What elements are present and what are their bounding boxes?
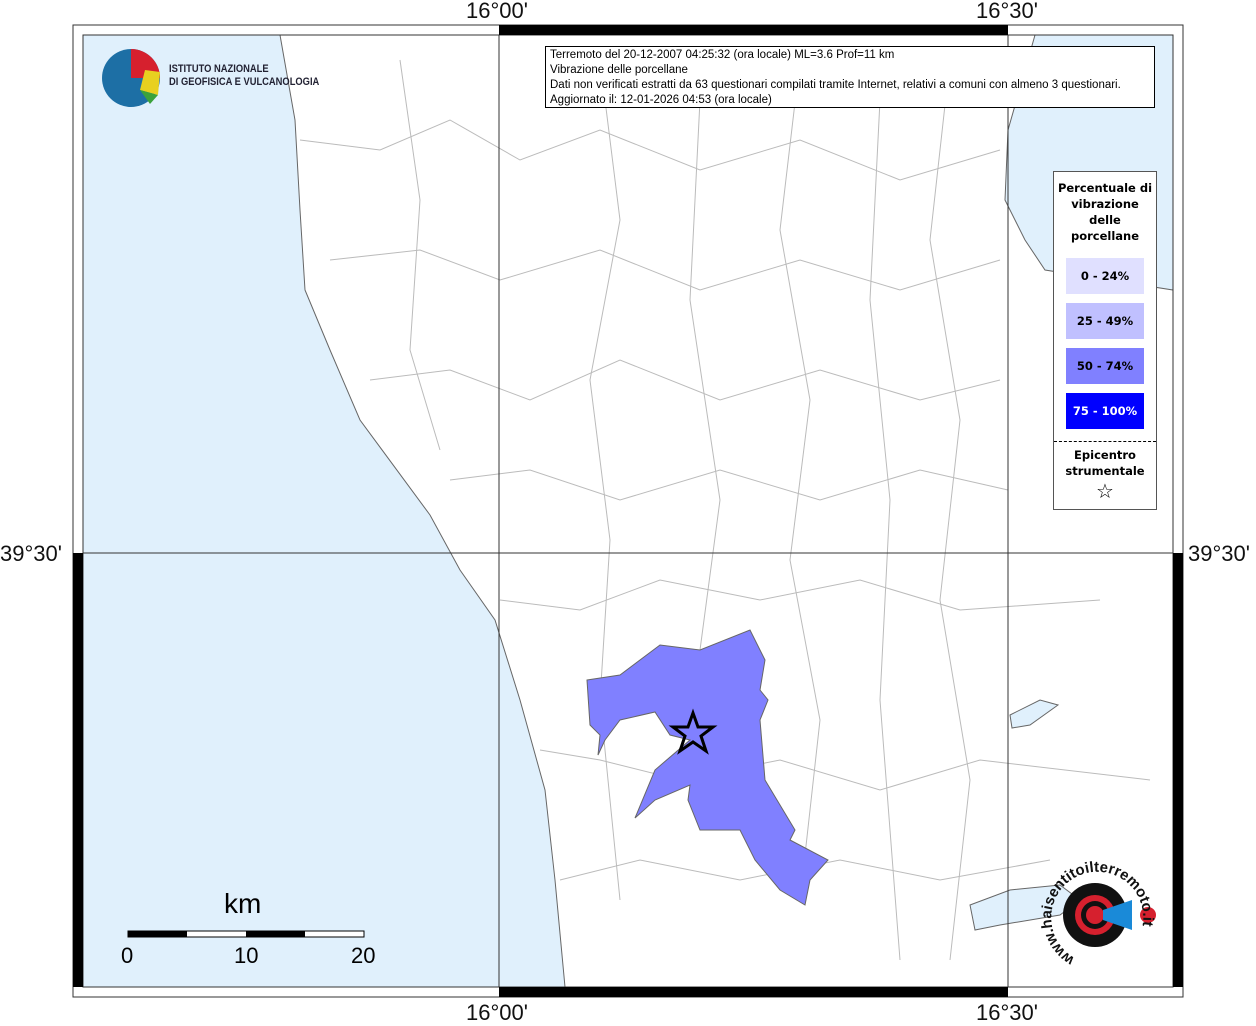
star-icon: ☆ [1096, 479, 1114, 503]
legend-class: 25 - 49% [1066, 303, 1144, 339]
legend-class: 0 - 24% [1066, 258, 1144, 294]
lon-label-top-left: 16°00' [466, 0, 528, 23]
info-box: Terremoto del 20-12-2007 04:25:32 (ora l… [545, 46, 1155, 108]
legend-divider [1054, 441, 1156, 442]
lat-label-right: 39°30' [1188, 541, 1250, 566]
ingv-logo-icon [102, 49, 160, 107]
info-line: Terremoto del 20-12-2007 04:25:32 (ora l… [550, 49, 895, 61]
legend-class: 75 - 100% [1066, 393, 1144, 429]
info-line: Vibrazione delle porcellane [550, 64, 688, 76]
legend: Percentuale di vibrazione delle porcella… [1053, 171, 1157, 510]
lat-label-left: 39°30' [0, 541, 62, 566]
info-line: Aggiornato il: 12-01-2026 04:53 (ora loc… [550, 94, 772, 106]
scale-tick: 0 [121, 943, 134, 968]
legend-class: 50 - 74% [1066, 348, 1144, 384]
legend-epicenter-label: Epicentro strumentale [1065, 448, 1145, 478]
ingv-logo-text: ISTITUTO NAZIONALE DI GEOFISICA E VULCANO… [169, 63, 320, 88]
scale-bar [127, 930, 365, 938]
map-canvas: www.haisentitoilterremoto.it [72, 24, 1184, 998]
info-line: Dati non verificati estratti da 63 quest… [550, 79, 1121, 91]
lon-label-top-right: 16°30' [976, 0, 1038, 23]
legend-title: Percentuale di vibrazione delle porcella… [1057, 181, 1153, 243]
scale-unit: km [224, 888, 262, 919]
lon-label-bottom-right: 16°30' [976, 1000, 1038, 1025]
scale-tick: 20 [351, 943, 376, 968]
scale-tick: 10 [234, 943, 259, 968]
lon-label-bottom-left: 16°00' [466, 1000, 528, 1025]
